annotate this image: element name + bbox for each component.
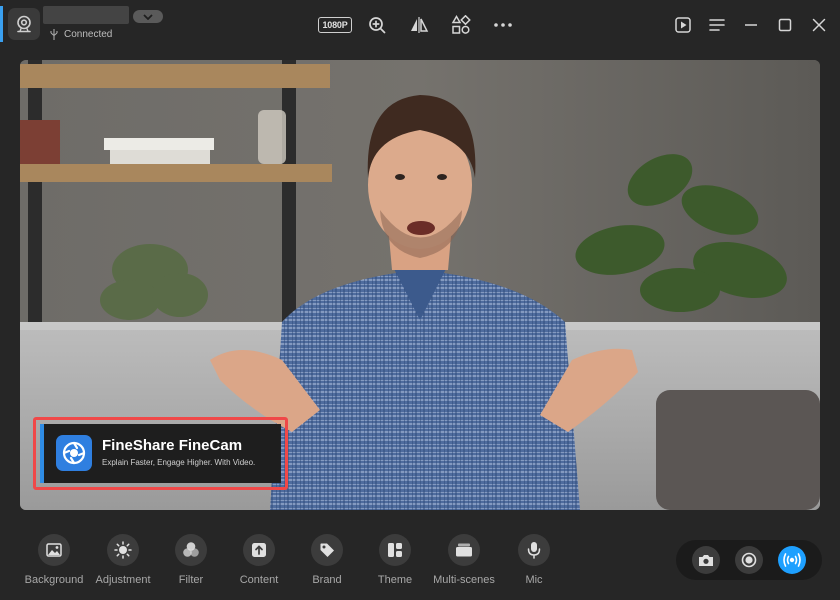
microphone-icon (518, 534, 550, 566)
mirror-button[interactable] (404, 12, 434, 38)
lower-third-subtitle: Explain Faster, Engage Higher. With Vide… (102, 458, 256, 467)
adjustment-label: Adjustment (95, 574, 151, 586)
scenes-icon (448, 534, 480, 566)
multi-scenes-label: Multi-scenes (433, 574, 495, 586)
effects-button[interactable] (446, 12, 476, 38)
close-icon (812, 18, 826, 32)
resolution-button[interactable]: 1080P (318, 12, 352, 38)
connection-status-text: Connected (64, 29, 113, 40)
background-label: Background (24, 574, 84, 586)
resolution-badge: 1080P (318, 17, 352, 33)
minimize-button[interactable] (738, 12, 764, 38)
active-indicator (0, 6, 3, 42)
maximize-button[interactable] (772, 12, 798, 38)
zoom-in-icon (369, 17, 386, 34)
theme-button[interactable]: Theme (355, 534, 435, 586)
record-button[interactable] (734, 546, 763, 574)
record-icon (741, 552, 757, 568)
webcam-icon (17, 15, 31, 33)
content-label: Content (239, 574, 279, 586)
camera-toolbar: 1080P (318, 12, 518, 38)
snapshot-button[interactable] (691, 546, 720, 574)
theme-label: Theme (377, 574, 413, 586)
live-stream-button[interactable] (778, 546, 807, 574)
window-controls (670, 12, 832, 38)
lower-third-title: FineShare FineCam (102, 437, 243, 454)
mic-label: Mic (525, 574, 543, 586)
camera-icon (698, 555, 713, 566)
broadcast-icon (783, 553, 802, 567)
device-dropdown-button[interactable] (133, 10, 163, 23)
mirror-icon (411, 17, 429, 33)
upload-icon (243, 534, 275, 566)
play-video-icon (675, 17, 691, 33)
connection-status: Connected (50, 29, 112, 40)
shapes-icon (451, 15, 471, 34)
brand-label: Brand (312, 574, 342, 586)
filter-icon (175, 534, 207, 566)
tutorial-button[interactable] (670, 12, 696, 38)
more-dots-icon (494, 23, 512, 27)
multi-scenes-button[interactable]: Multi-scenes (424, 534, 504, 586)
minimize-icon (745, 24, 757, 26)
brand-lower-third[interactable]: FineShare FineCam Explain Faster, Engage… (40, 424, 281, 483)
title-bar: Connected 1080P (0, 0, 840, 50)
capture-controls (676, 540, 822, 580)
maximize-icon (778, 18, 792, 32)
filter-label: Filter (178, 574, 204, 586)
menu-icon (709, 19, 725, 31)
tag-icon (311, 534, 343, 566)
feature-toolbar: Background Adjustment Filter Content Bra… (0, 520, 840, 600)
camera-source-button[interactable] (8, 8, 40, 40)
zoom-button[interactable] (362, 12, 392, 38)
image-icon (38, 534, 70, 566)
more-button[interactable] (488, 12, 518, 38)
chevron-down-icon (143, 13, 153, 20)
finecam-logo-icon (56, 435, 92, 471)
usb-icon (50, 29, 58, 40)
camera-preview[interactable]: FineShare FineCam Explain Faster, Engage… (20, 60, 820, 510)
layout-icon (379, 534, 411, 566)
device-name-field[interactable] (43, 6, 129, 24)
mic-button[interactable]: Mic (494, 534, 574, 586)
brightness-icon (107, 534, 139, 566)
background-button[interactable]: Background (14, 534, 94, 586)
menu-button[interactable] (704, 12, 730, 38)
close-button[interactable] (806, 12, 832, 38)
